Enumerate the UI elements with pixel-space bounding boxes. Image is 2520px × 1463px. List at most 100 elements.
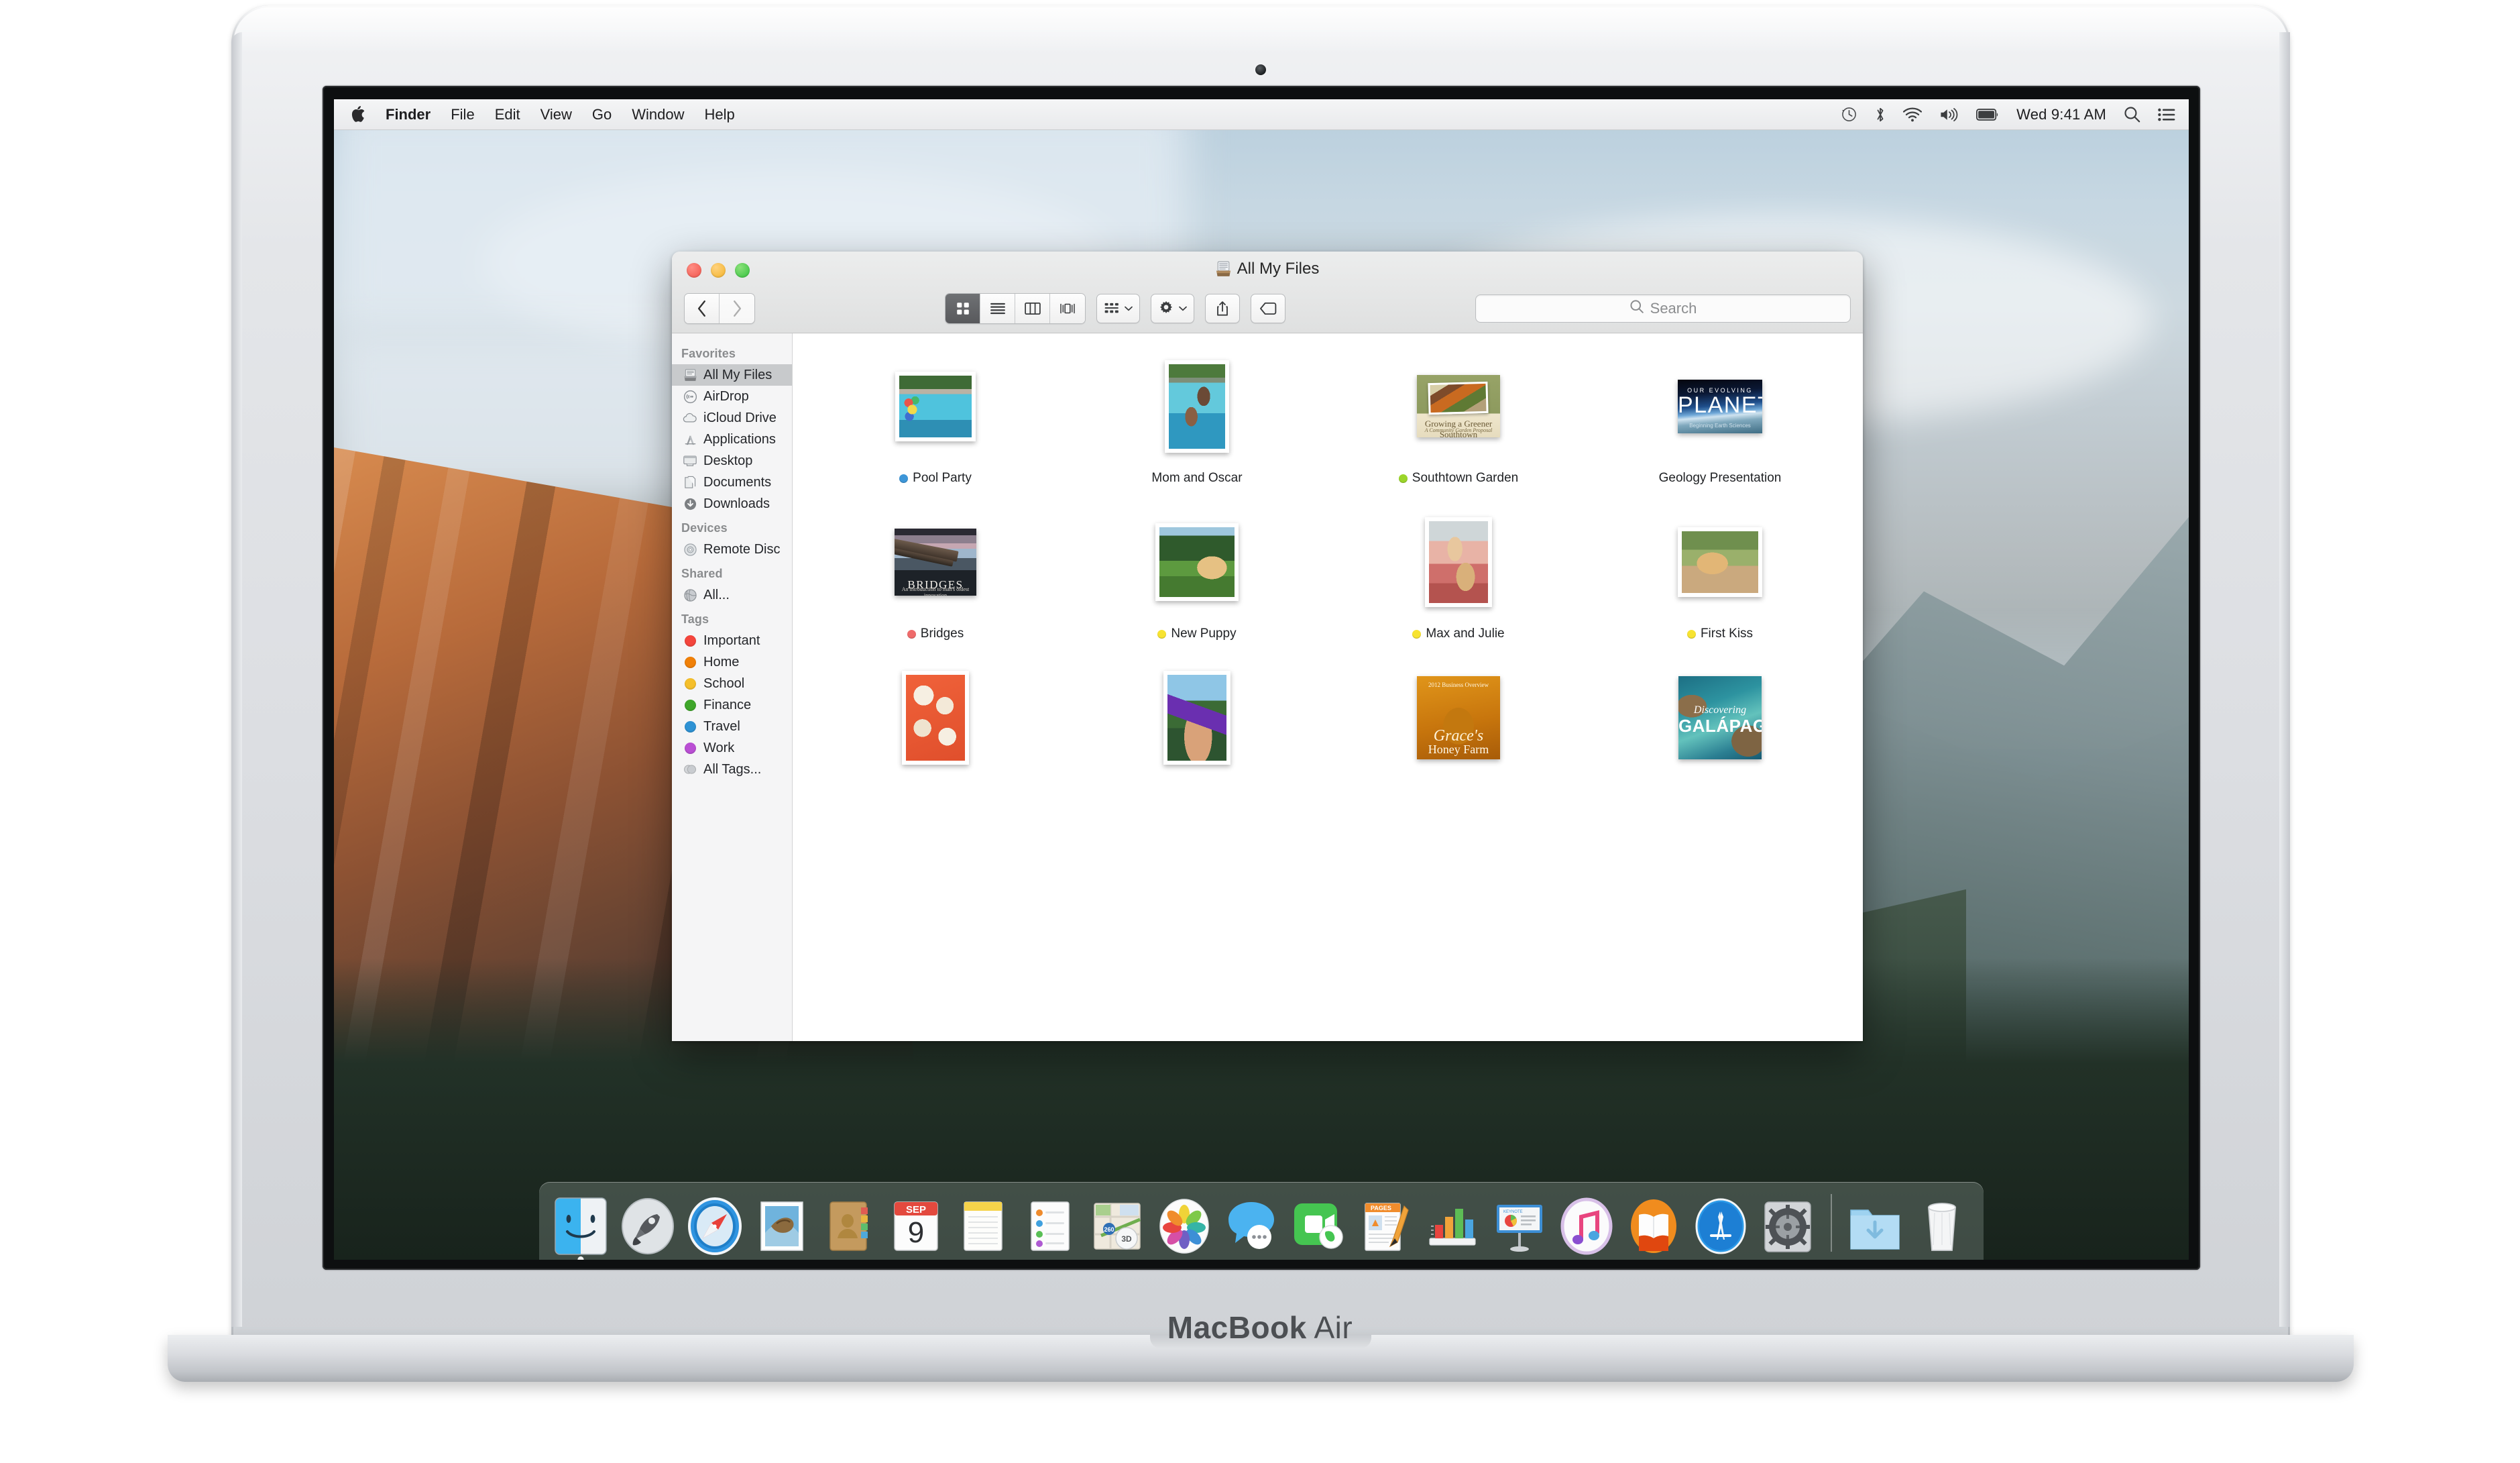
time-machine-icon[interactable]	[1841, 106, 1857, 123]
file-item[interactable]: Pool Party	[805, 344, 1066, 500]
document-artwork: Discovering GALÁPAGOS	[1678, 675, 1762, 759]
sidebar-item-label: Finance	[703, 697, 752, 712]
file-item[interactable]: Growing a Greener Southtown A Community …	[1328, 344, 1589, 500]
facetime-icon[interactable]	[1289, 1197, 1348, 1256]
file-item[interactable]: New Puppy	[1066, 500, 1328, 655]
sidebar-item-downloads[interactable]: Downloads	[672, 493, 792, 514]
mail-icon[interactable]	[752, 1197, 811, 1256]
file-label: Bridges	[907, 627, 964, 641]
file-label: New Puppy	[1157, 627, 1237, 641]
file-thumbnail-wrap: BRIDGES An introduction to man's oldest …	[895, 500, 976, 624]
sidebar-item-tag-school[interactable]: School	[672, 673, 792, 694]
battery-icon[interactable]	[1976, 108, 1999, 121]
sidebar-item-shared-all[interactable]: All...	[672, 584, 792, 606]
trash-icon[interactable]	[1912, 1197, 1971, 1256]
svg-text:SEP: SEP	[906, 1204, 926, 1215]
file-thumbnail-wrap	[1425, 500, 1492, 624]
finder-titlebar[interactable]: All My Files Search	[672, 252, 1863, 333]
chevron-down-icon	[1125, 306, 1133, 311]
tags-button[interactable]	[1251, 294, 1285, 323]
file-label: Mom and Oscar	[1151, 471, 1242, 486]
file-item[interactable]: OUR EVOLVING PLANET Beginning Earth Scie…	[1589, 344, 1851, 500]
running-indicator	[577, 1256, 584, 1260]
downloads-folder-icon[interactable]	[1845, 1197, 1904, 1256]
bluetooth-icon[interactable]	[1875, 106, 1886, 123]
reminders-icon[interactable]	[1021, 1197, 1080, 1256]
menu-item-edit[interactable]: Edit	[495, 106, 520, 123]
file-item[interactable]: Discovering GALÁPAGOS	[1589, 655, 1851, 811]
keynote-icon[interactable]: KEYNOTE	[1490, 1197, 1549, 1256]
tag-icon	[1260, 302, 1277, 315]
file-item[interactable]	[805, 655, 1066, 811]
sidebar-item-documents[interactable]: Documents	[672, 472, 792, 493]
itunes-icon[interactable]	[1557, 1197, 1616, 1256]
menu-item-help[interactable]: Help	[705, 106, 735, 123]
sidebar-item-icloud-drive[interactable]: iCloud Drive	[672, 407, 792, 429]
window-title-group: All My Files	[672, 260, 1863, 278]
maps-icon[interactable]: 260 3D	[1088, 1197, 1147, 1256]
file-item[interactable]: Max and Julie	[1328, 500, 1589, 655]
sidebar-item-applications[interactable]: Applications	[672, 429, 792, 450]
file-thumbnail-wrap	[895, 344, 976, 468]
share-button[interactable]	[1205, 294, 1240, 323]
menu-bar-clock[interactable]: Wed 9:41 AM	[2016, 106, 2106, 123]
sidebar-item-tag-travel[interactable]: Travel	[672, 716, 792, 737]
menu-item-go[interactable]: Go	[592, 106, 612, 123]
sidebar-item-all-tags[interactable]: All Tags...	[672, 759, 792, 780]
chevron-down-icon	[1179, 306, 1187, 311]
column-view-button[interactable]	[1015, 294, 1050, 323]
notification-center-icon[interactable]	[2158, 107, 2175, 122]
numbers-icon[interactable]	[1423, 1197, 1482, 1256]
file-item[interactable]: 2012 Business Overview Grace's Honey Far…	[1328, 655, 1589, 811]
menu-item-file[interactable]: File	[451, 106, 474, 123]
ibooks-icon[interactable]	[1624, 1197, 1683, 1256]
sidebar-item-label: iCloud Drive	[703, 410, 777, 425]
cover-flow-view-button[interactable]	[1050, 294, 1085, 323]
notes-icon[interactable]	[954, 1197, 1013, 1256]
back-button[interactable]	[685, 294, 720, 323]
messages-icon[interactable]	[1222, 1197, 1281, 1256]
sidebar-item-tag-important[interactable]: Important	[672, 630, 792, 651]
safari-icon[interactable]	[685, 1197, 744, 1256]
apple-logo-icon[interactable]	[351, 106, 365, 123]
sidebar-item-airdrop[interactable]: AirDrop	[672, 386, 792, 407]
volume-icon[interactable]	[1939, 107, 1959, 122]
file-grid-area[interactable]: Pool Party Mom and Oscar Growing a Green…	[793, 333, 1863, 1041]
file-item[interactable]: BRIDGES An introduction to man's oldest …	[805, 500, 1066, 655]
system-preferences-icon[interactable]	[1758, 1197, 1817, 1256]
icon-view-button[interactable]	[946, 294, 980, 323]
finder-icon[interactable]	[551, 1197, 610, 1260]
launchpad-icon[interactable]	[618, 1197, 677, 1256]
sidebar-item-tag-finance[interactable]: Finance	[672, 694, 792, 716]
pages-icon[interactable]: PAGES	[1356, 1197, 1415, 1256]
document-kicker: 2012 Business Overview	[1428, 682, 1489, 689]
sidebar-item-all-my-files[interactable]: All My Files	[672, 364, 792, 386]
app-store-icon[interactable]	[1691, 1197, 1750, 1256]
menu-item-view[interactable]: View	[540, 106, 572, 123]
search-field[interactable]: Search	[1475, 294, 1851, 323]
arrange-by-button[interactable]	[1096, 294, 1140, 323]
sidebar-item-tag-home[interactable]: Home	[672, 651, 792, 673]
file-item[interactable]: First Kiss	[1589, 500, 1851, 655]
menu-item-window[interactable]: Window	[632, 106, 684, 123]
wifi-icon[interactable]	[1903, 107, 1923, 122]
search-icon[interactable]	[2124, 106, 2140, 123]
file-thumbnail-wrap	[902, 655, 969, 779]
photos-icon[interactable]	[1155, 1197, 1214, 1256]
forward-button[interactable]	[720, 294, 754, 323]
sidebar-item-remote-disc[interactable]: Remote Disc	[672, 539, 792, 560]
file-thumbnail-wrap	[1678, 500, 1762, 624]
file-tag-dot	[1157, 629, 1167, 639]
calendar-icon[interactable]: SEP 9	[886, 1197, 946, 1256]
file-item[interactable]	[1066, 655, 1328, 811]
action-gear-button[interactable]	[1151, 294, 1194, 323]
menu-item-finder[interactable]: Finder	[386, 106, 431, 123]
file-item[interactable]: Mom and Oscar	[1066, 344, 1328, 500]
list-view-button[interactable]	[980, 294, 1015, 323]
tag-dot-icon	[683, 698, 697, 712]
file-grid: Pool Party Mom and Oscar Growing a Green…	[793, 344, 1863, 811]
sidebar-item-desktop[interactable]: Desktop	[672, 450, 792, 472]
sidebar-item-tag-work[interactable]: Work	[672, 737, 792, 759]
contacts-icon[interactable]	[819, 1197, 878, 1256]
sidebar-item-label: All Tags...	[703, 761, 762, 777]
